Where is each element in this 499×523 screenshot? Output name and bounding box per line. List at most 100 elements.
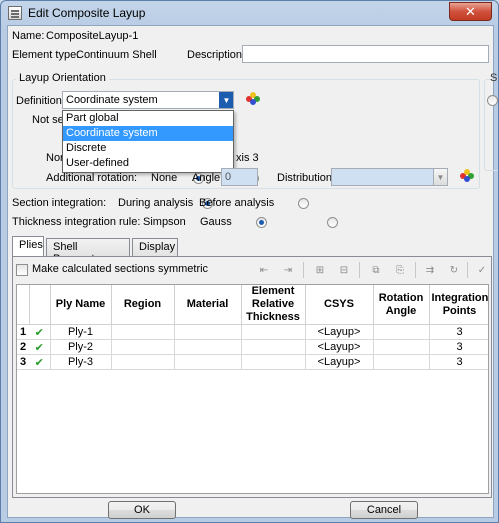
region-cell[interactable]: [111, 339, 175, 355]
description-input[interactable]: [242, 45, 489, 63]
copy-row-icon[interactable]: ⧉: [365, 261, 387, 279]
delete-row-icon[interactable]: ⊟: [333, 261, 355, 279]
edit-composite-layup-dialog: Edit Composite Layup ✕ Name: CompositeLa…: [0, 0, 499, 523]
integration-points-cell[interactable]: 3: [429, 324, 488, 340]
dropdown-option-user-defined[interactable]: User-defined: [63, 156, 233, 171]
tab-display[interactable]: Display: [132, 238, 178, 256]
window-title: Edit Composite Layup: [28, 6, 146, 20]
thickness-cell[interactable]: [241, 324, 306, 340]
close-button[interactable]: ✕: [449, 2, 492, 21]
material-cell[interactable]: [174, 324, 242, 340]
gauss-radio[interactable]: [326, 217, 338, 228]
row-number: 2: [17, 339, 29, 355]
material-cell[interactable]: [174, 354, 242, 370]
move-row-icon[interactable]: ⇉: [419, 261, 441, 279]
ok-button[interactable]: OK: [108, 501, 176, 519]
simpson-label: Simpson: [143, 216, 186, 228]
dialog-body: Name: CompositeLayup-1 Element type: Con…: [7, 25, 498, 519]
column-header-integration-points[interactable]: Integration Points: [429, 285, 488, 325]
distribution-combo[interactable]: ▼: [331, 168, 448, 186]
csys-cell[interactable]: <Layup>: [305, 339, 374, 355]
symmetric-label: Make calculated sections symmetric: [32, 263, 209, 275]
definition-label: Definition:: [16, 95, 65, 107]
dropdown-option-part-global[interactable]: Part global: [63, 111, 233, 126]
description-label: Description:: [187, 49, 246, 61]
material-cell[interactable]: [174, 339, 242, 355]
column-header-rotation-angle[interactable]: Rotation Angle: [373, 285, 430, 325]
thickness-cell[interactable]: [241, 354, 306, 370]
toolbar-separator: [467, 262, 468, 278]
layup-orientation-title: Layup Orientation: [16, 72, 109, 84]
dropdown-option-coordinate-system[interactable]: Coordinate system: [63, 126, 233, 141]
rotation-angle-cell[interactable]: [373, 354, 430, 370]
name-label: Name:: [12, 30, 45, 42]
element-type-value: Continuum Shell: [76, 49, 157, 61]
thickness-cell[interactable]: [241, 339, 306, 355]
column-header-region[interactable]: Region: [111, 285, 175, 325]
insert-row-after-icon[interactable]: ⇥: [277, 261, 299, 279]
status-header: [29, 285, 51, 325]
add-row-icon[interactable]: ⊞: [309, 261, 331, 279]
toolbar-separator: [359, 262, 360, 278]
thickness-integration-label: Thickness integration rule:: [12, 216, 141, 228]
clipped-radio-1[interactable]: [487, 95, 498, 106]
additional-rotation-label: Additional rotation:: [46, 172, 138, 184]
name-value: CompositeLayup-1: [46, 30, 139, 42]
integration-points-cell[interactable]: 3: [429, 354, 488, 370]
insert-row-before-icon[interactable]: ⇤: [253, 261, 275, 279]
cancel-button[interactable]: Cancel: [350, 501, 418, 519]
partial-label-axis: xis 3: [236, 152, 259, 164]
angle-input-value: 0: [225, 171, 232, 183]
tab-strip: Plies Shell Parameters Display: [12, 236, 492, 265]
status-check-icon: ✔: [29, 324, 51, 340]
definition-combo[interactable]: Coordinate system ▼: [62, 91, 234, 109]
rotate-icon[interactable]: ↻: [443, 261, 465, 279]
definition-combo-value: Coordinate system: [66, 94, 158, 106]
color-palette-icon[interactable]: [460, 169, 474, 183]
symmetric-checkbox[interactable]: [16, 264, 28, 276]
definition-dropdown-list[interactable]: Part global Coordinate system Discrete U…: [62, 110, 234, 173]
table-row[interactable]: 2 ✔ Ply-2 <Layup> 3: [17, 339, 488, 355]
rotation-angle-cell[interactable]: [373, 324, 430, 340]
before-analysis-label: Before analysis: [199, 197, 275, 209]
column-header-material[interactable]: Material: [174, 285, 242, 325]
plies-panel: Make calculated sections symmetric ⇤ ⇥ ⊞…: [12, 256, 492, 498]
simpson-radio[interactable]: [255, 217, 267, 228]
csys-cell[interactable]: <Layup>: [305, 324, 374, 340]
color-palette-icon[interactable]: [246, 92, 260, 106]
toolbar-separator: [303, 262, 304, 278]
before-analysis-radio[interactable]: [297, 198, 309, 209]
ply-name-cell[interactable]: Ply-2: [50, 339, 112, 355]
chevron-down-icon[interactable]: ▼: [219, 92, 233, 108]
tab-plies[interactable]: Plies: [12, 236, 44, 256]
rotation-angle-cell[interactable]: [373, 339, 430, 355]
paste-row-icon[interactable]: ⎘: [389, 261, 411, 279]
section-integration-label: Section integration:: [12, 197, 107, 209]
ply-name-cell[interactable]: Ply-1: [50, 324, 112, 340]
row-number: 3: [17, 354, 29, 370]
integration-points-cell[interactable]: 3: [429, 339, 488, 355]
plies-table: Ply Name Region Material Element Relativ…: [16, 284, 489, 494]
table-row[interactable]: 3 ✔ Ply-3 <Layup> 3: [17, 354, 488, 370]
dropdown-option-discrete[interactable]: Discrete: [63, 141, 233, 156]
region-cell[interactable]: [111, 324, 175, 340]
status-check-icon: ✔: [29, 339, 51, 355]
gauss-label: Gauss: [200, 216, 232, 228]
angle-input[interactable]: 0: [221, 168, 258, 186]
tab-shell-parameters[interactable]: Shell Parameters: [46, 238, 130, 265]
column-header-element-relative-thickness[interactable]: Element Relative Thickness: [241, 285, 306, 325]
chevron-down-icon[interactable]: ▼: [433, 169, 447, 185]
accept-icon[interactable]: ✓: [471, 261, 493, 279]
rotation-distribution-label: Distribution:: [277, 172, 336, 184]
ply-name-cell[interactable]: Ply-3: [50, 354, 112, 370]
toolbar-separator: [415, 262, 416, 278]
region-cell[interactable]: [111, 354, 175, 370]
during-analysis-label: During analysis: [118, 197, 194, 209]
table-row[interactable]: 1 ✔ Ply-1 <Layup> 3: [17, 324, 488, 340]
element-type-label: Element type:: [12, 49, 80, 61]
csys-cell[interactable]: <Layup>: [305, 354, 374, 370]
column-header-ply-name[interactable]: Ply Name: [50, 285, 112, 325]
title-bar[interactable]: Edit Composite Layup ✕: [1, 1, 498, 25]
column-header-csys[interactable]: CSYS: [305, 285, 374, 325]
clipped-group: [484, 79, 498, 171]
